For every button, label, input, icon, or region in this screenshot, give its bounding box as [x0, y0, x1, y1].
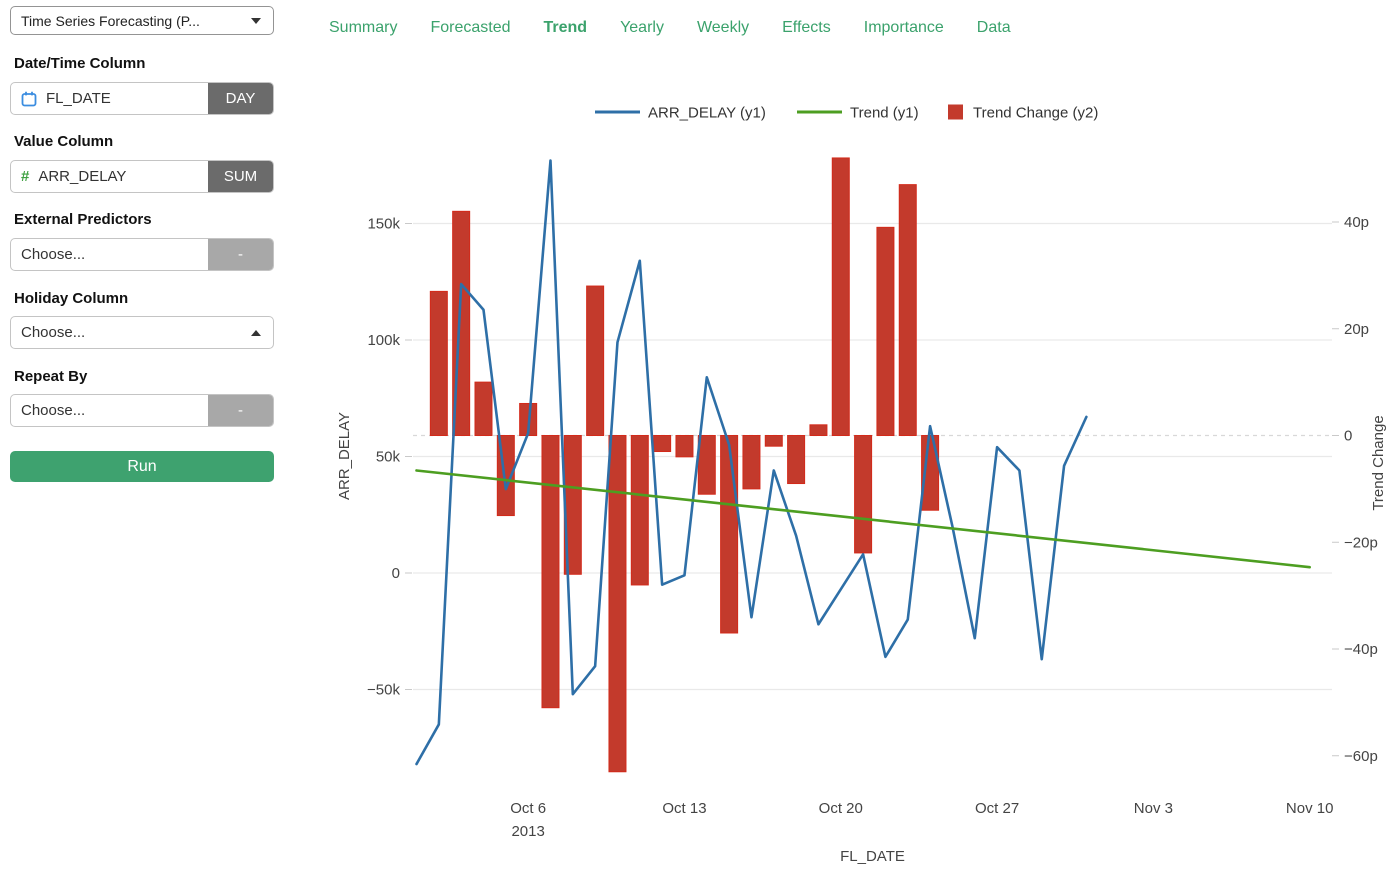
holiday-column-value: Choose...: [21, 324, 86, 341]
trend-change-bar: [675, 435, 694, 458]
analysis-type-select[interactable]: Time Series Forecasting (P...: [10, 6, 274, 35]
y1-tick-label: 0: [392, 565, 400, 582]
trend-change-bar: [586, 285, 605, 436]
external-predictors-input[interactable]: Choose...: [11, 239, 208, 270]
trend-change-bar: [787, 435, 806, 485]
legend-item-arr-delay-y1[interactable]: ARR_DELAY (y1): [595, 105, 766, 122]
date-column-input[interactable]: FL_DATE: [11, 83, 208, 114]
tab-weekly[interactable]: Weekly: [697, 19, 749, 37]
trend-change-bar: [898, 184, 917, 436]
tab-importance[interactable]: Importance: [864, 19, 944, 37]
x-tick-label: Oct 13: [662, 800, 706, 817]
tab-yearly[interactable]: Yearly: [620, 19, 664, 37]
external-predictors-value: Choose...: [21, 246, 86, 263]
y2-tick-label: −20p: [1344, 534, 1378, 551]
x-axis-title: FL_DATE: [840, 848, 905, 865]
value-column-input[interactable]: # ARR_DELAY: [11, 161, 208, 192]
tab-bar: Summary Forecasted Trend Yearly Weekly Effect…: [329, 19, 1011, 37]
value-column-label: Value Column: [14, 133, 114, 150]
y2-axis-title: Trend Change: [1370, 415, 1387, 510]
chevron-down-icon: [251, 17, 261, 24]
external-predictors-label: External Predictors: [14, 211, 152, 228]
trend-change-bar: [742, 435, 761, 490]
trend-change-bar: [541, 435, 560, 709]
x-tick-label: Nov 3: [1134, 800, 1173, 817]
legend-label: Trend Change (y2): [973, 105, 1098, 122]
analysis-type-value: Time Series Forecasting (P...: [21, 12, 200, 29]
trend-chart: 150k 100k 50k 0 −50k 40p 20p 0 −20p −40p −60p Oct 6…: [336, 104, 1387, 865]
y2-tick-label: −40p: [1344, 641, 1378, 658]
repeat-by-option-button[interactable]: -: [208, 395, 273, 426]
chevron-up-icon: [251, 329, 261, 336]
holiday-column-label: Holiday Column: [14, 290, 129, 307]
x-tick-label: Oct 6: [510, 800, 546, 817]
legend-item-trend-y1[interactable]: Trend (y1): [797, 105, 919, 122]
trend-change-bar: [809, 424, 828, 437]
repeat-by-input[interactable]: Choose...: [11, 395, 208, 426]
y1-tick-label: 150k: [367, 216, 400, 233]
tab-effects[interactable]: Effects: [782, 19, 831, 37]
trend-change-bar: [474, 381, 493, 436]
value-aggregation-button[interactable]: SUM: [208, 161, 273, 192]
legend-swatch: [948, 104, 963, 120]
sidebar: Time Series Forecasting (P... Date/Time …: [0, 0, 290, 879]
y1-tick-label: 50k: [376, 449, 401, 466]
tab-summary[interactable]: Summary: [329, 19, 397, 37]
y2-tick-label: 40p: [1344, 214, 1369, 231]
y2-tick-label: 20p: [1344, 321, 1369, 338]
trend-change-bar: [854, 435, 873, 554]
number-icon: #: [21, 168, 30, 185]
value-column-group: # ARR_DELAY SUM: [10, 160, 274, 193]
date-aggregation-button[interactable]: DAY: [208, 83, 273, 114]
repeat-by-label: Repeat By: [14, 368, 88, 385]
legend-label: Trend (y1): [850, 105, 919, 122]
tab-data[interactable]: Data: [977, 19, 1011, 37]
trend-change-bar: [697, 435, 716, 495]
calendar-icon: [21, 91, 37, 106]
external-predictors-option-button[interactable]: -: [208, 239, 273, 270]
trend-change-bar: [720, 435, 739, 634]
legend-label: ARR_DELAY (y1): [648, 105, 766, 122]
trend-change-bar: [630, 435, 649, 586]
y2-tick-label: −60p: [1344, 748, 1378, 765]
y1-tick-label: −50k: [367, 682, 400, 699]
date-column-value: FL_DATE: [46, 90, 111, 107]
x-tick-label: Oct 20: [819, 800, 863, 817]
x-tick-label: Nov 10: [1286, 800, 1334, 817]
trend-change-bar: [653, 435, 672, 453]
trend-change-bar: [429, 290, 448, 436]
repeat-by-group: Choose... -: [10, 394, 274, 427]
run-button[interactable]: Run: [10, 451, 274, 482]
y2-tick-label: 0: [1344, 428, 1352, 445]
trend-change-bar: [831, 157, 850, 436]
x-year-label: 2013: [511, 823, 544, 840]
date-column-label: Date/Time Column: [14, 55, 146, 72]
y1-axis-title: ARR_DELAY: [336, 412, 353, 500]
trend-change-bar: [608, 435, 627, 773]
repeat-by-value: Choose...: [21, 402, 86, 419]
holiday-column-select[interactable]: Choose...: [10, 316, 274, 349]
legend-item-trend-change-y2[interactable]: Trend Change (y2): [948, 104, 1098, 122]
date-column-group: FL_DATE DAY: [10, 82, 274, 115]
tab-trend[interactable]: Trend: [544, 19, 588, 37]
trend-change-bar: [764, 435, 783, 447]
value-column-value: ARR_DELAY: [38, 168, 127, 185]
external-predictors-group: Choose... -: [10, 238, 274, 271]
tab-forecasted[interactable]: Forecasted: [430, 19, 510, 37]
x-tick-label: Oct 27: [975, 800, 1019, 817]
trend-change-bar: [876, 226, 895, 436]
y1-tick-label: 100k: [367, 332, 400, 349]
